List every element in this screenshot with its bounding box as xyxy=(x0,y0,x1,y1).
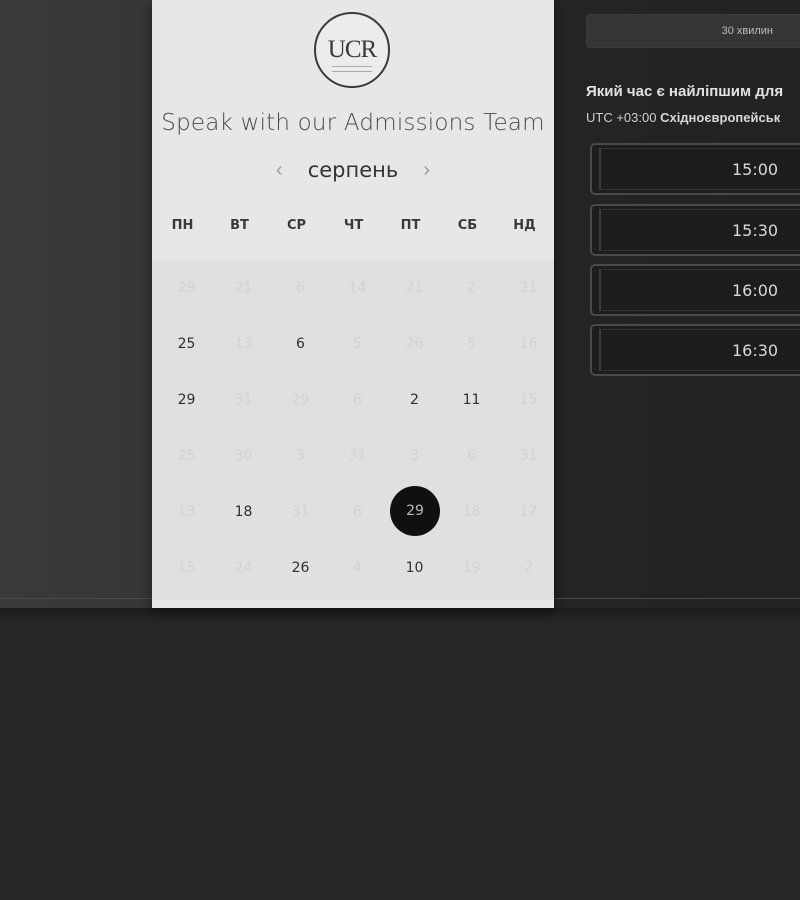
calendar-day: 19 xyxy=(462,560,481,576)
calendar-day: 13 xyxy=(234,336,253,352)
chevron-left-icon[interactable]: ‹ xyxy=(267,159,291,182)
weekday-sun: НД xyxy=(513,218,536,233)
logo-text: UCR xyxy=(327,36,377,63)
weekday-tue: ВТ xyxy=(230,218,249,233)
calendar-day: 6 xyxy=(353,392,362,408)
calendar-day[interactable]: 25 xyxy=(158,316,215,372)
calendar-day: 6 xyxy=(296,280,305,296)
calendar-day: 6 xyxy=(353,504,362,520)
page-title: Speak with our Admissions Team xyxy=(161,110,545,136)
calendar-grid: 29 21 6 14 21 2 21 25 13 6 5 26 5 16 29 31 29 6 2 11 15 25 30 3… xyxy=(152,260,554,600)
duration-label: 30 хвилин xyxy=(721,25,773,37)
time-slot-button[interactable]: 16:00 xyxy=(590,264,800,316)
calendar-day[interactable]: 2 xyxy=(386,372,443,428)
timezone-name: Східноєвропейськ xyxy=(660,110,781,125)
timezone-offset: UTC +03:00 xyxy=(586,110,657,125)
booking-calendar-card: UCR Speak with our Admissions Team ‹ сер… xyxy=(152,0,554,608)
calendar-day[interactable]: 26 xyxy=(272,540,329,596)
weekday-wed: СР xyxy=(286,218,307,233)
calendar-day[interactable]: 18 xyxy=(215,484,272,540)
time-slot-button[interactable]: 15:00 xyxy=(590,143,800,195)
calendar-day: 17 xyxy=(519,504,538,520)
ucr-logo: UCR xyxy=(314,12,390,88)
calendar-day: 31 xyxy=(519,448,538,464)
calendar-day: 26 xyxy=(405,336,424,352)
time-slot-label: 15:00 xyxy=(732,160,779,179)
calendar-day[interactable]: 6 xyxy=(272,316,329,372)
time-slot-button[interactable]: 16:30 xyxy=(590,324,800,376)
weekday-sat: СБ xyxy=(457,218,478,233)
weekday-thu: ЧТ xyxy=(343,218,364,233)
time-slot-label: 15:30 xyxy=(732,221,779,240)
time-slot-label: 16:30 xyxy=(732,341,779,360)
calendar-day[interactable]: 10 xyxy=(386,540,443,596)
time-question-heading: Який час є найліпшим для xyxy=(586,83,784,100)
calendar-day-selected[interactable]: 29 xyxy=(386,484,443,540)
calendar-day: 15 xyxy=(519,392,538,408)
calendar-day: 24 xyxy=(234,560,253,576)
calendar-day: 29 xyxy=(291,392,310,408)
calendar-day: 2 xyxy=(467,280,476,296)
logo-underline xyxy=(332,66,372,72)
calendar-day: 6 xyxy=(467,448,476,464)
calendar-day: 25 xyxy=(177,448,196,464)
month-navigation: ‹ серпень › xyxy=(152,158,554,190)
time-slot-button[interactable]: 15:30 xyxy=(590,204,800,256)
calendar-day: 31 xyxy=(291,504,310,520)
weekday-header: ПН ВТ СР ЧТ ПТ СБ НД xyxy=(152,218,554,242)
weekday-fri: ПТ xyxy=(400,218,421,233)
calendar-day[interactable]: 11 xyxy=(443,372,500,428)
calendar-day: 29 xyxy=(177,280,196,296)
calendar-day: 3 xyxy=(296,448,305,464)
calendar-day: 2 xyxy=(524,560,533,576)
calendar-day: 30 xyxy=(234,448,253,464)
duration-selector[interactable]: 30 хвилин xyxy=(586,14,800,48)
timezone-label[interactable]: UTC +03:00 Східноєвропейськ xyxy=(586,110,780,125)
calendar-day: 14 xyxy=(348,280,367,296)
calendar-day: 5 xyxy=(353,336,362,352)
calendar-day: 18 xyxy=(462,504,481,520)
footer-shadow xyxy=(0,608,800,622)
calendar-day: 21 xyxy=(405,280,424,296)
weekday-mon: ПН xyxy=(171,218,194,233)
calendar-day: 31 xyxy=(234,392,253,408)
calendar-day: 5 xyxy=(467,336,476,352)
calendar-day: 16 xyxy=(519,336,538,352)
calendar-day: 31 xyxy=(348,448,367,464)
calendar-day: 15 xyxy=(177,560,196,576)
calendar-day: 3 xyxy=(410,448,419,464)
time-slot-label: 16:00 xyxy=(732,281,779,300)
month-label: серпень xyxy=(307,158,399,182)
chevron-right-icon[interactable]: › xyxy=(415,159,439,182)
calendar-day: 21 xyxy=(234,280,253,296)
calendar-day: 4 xyxy=(353,560,362,576)
selected-day-circle: 29 xyxy=(390,486,440,536)
calendar-day: 21 xyxy=(519,280,538,296)
calendar-day: 13 xyxy=(177,504,196,520)
calendar-day[interactable]: 29 xyxy=(158,372,215,428)
